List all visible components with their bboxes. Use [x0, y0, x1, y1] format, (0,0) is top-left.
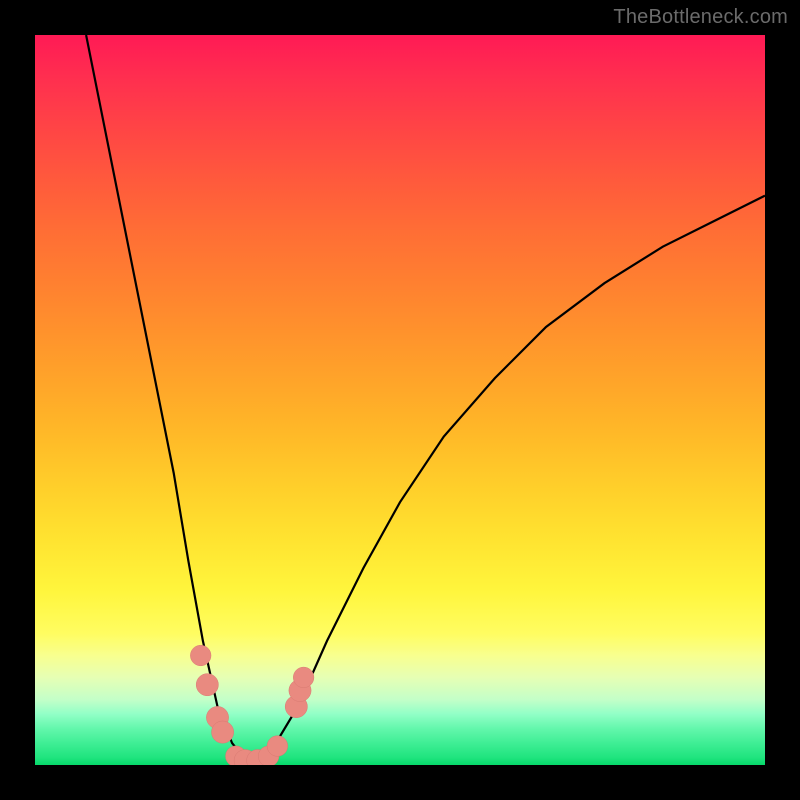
marker-point [293, 667, 314, 688]
curve-layer [35, 35, 765, 765]
watermark: TheBottleneck.com [613, 6, 788, 29]
marker-point [190, 645, 211, 666]
bottleneck-curve [86, 35, 765, 761]
marker-point [196, 674, 218, 696]
marker-point [267, 736, 288, 757]
plot-area [35, 35, 765, 765]
chart-frame: TheBottleneck.com [0, 0, 800, 800]
marker-point [212, 721, 234, 743]
